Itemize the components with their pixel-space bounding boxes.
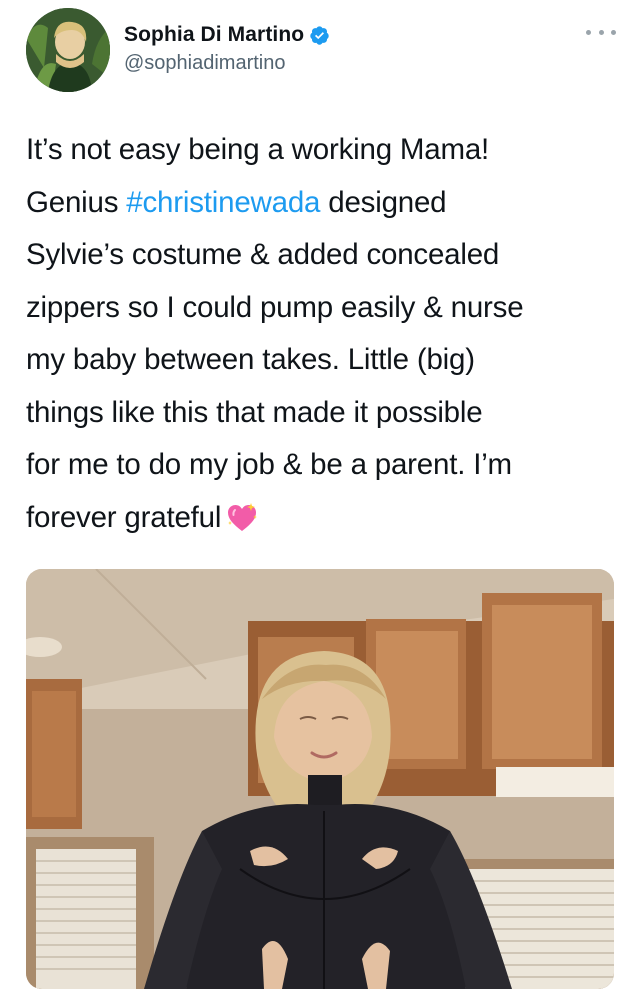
hashtag-link[interactable]: #christinewada	[126, 186, 320, 219]
tweet-line: forever grateful	[26, 492, 626, 545]
handle[interactable]: @sophiadimartino	[124, 52, 286, 75]
tweet-line: Genius #christinewada designed	[26, 177, 626, 230]
tweet-line: things like this that made it possible	[26, 395, 483, 429]
tweet[interactable]: Sophia Di Martino @sophiadimartino It’s …	[0, 0, 640, 989]
tweet-line: It’s not easy being a working Mama!	[26, 133, 490, 166]
tweet-text-segment: Genius	[26, 185, 127, 219]
tweet-line: for me to do my job & be a parent. I’m	[26, 448, 512, 481]
more-options-button[interactable]	[586, 22, 616, 42]
tweet-text-segment: forever grateful	[26, 500, 222, 534]
avatar[interactable]	[26, 8, 110, 92]
tweet-line: Sylvie’s costume & added concealed	[26, 238, 500, 271]
tweet-line: my baby between takes. Little (big)	[26, 343, 475, 376]
more-options-dot	[611, 29, 616, 35]
tweet-text-segment: designed	[320, 185, 447, 219]
display-name[interactable]: Sophia Di Martino	[124, 23, 304, 47]
author-name-row[interactable]: Sophia Di Martino	[124, 20, 330, 50]
tweet-photo[interactable]	[26, 569, 614, 989]
sparkling-heart-icon	[225, 500, 259, 534]
more-options-dot	[598, 29, 604, 35]
verified-badge-icon	[309, 25, 330, 46]
more-options-icon	[586, 29, 591, 35]
tweet-text: It’s not easy being a working Mama! Geni…	[26, 124, 626, 544]
tweet-line: zippers so I could pump easily & nurse	[26, 290, 524, 324]
